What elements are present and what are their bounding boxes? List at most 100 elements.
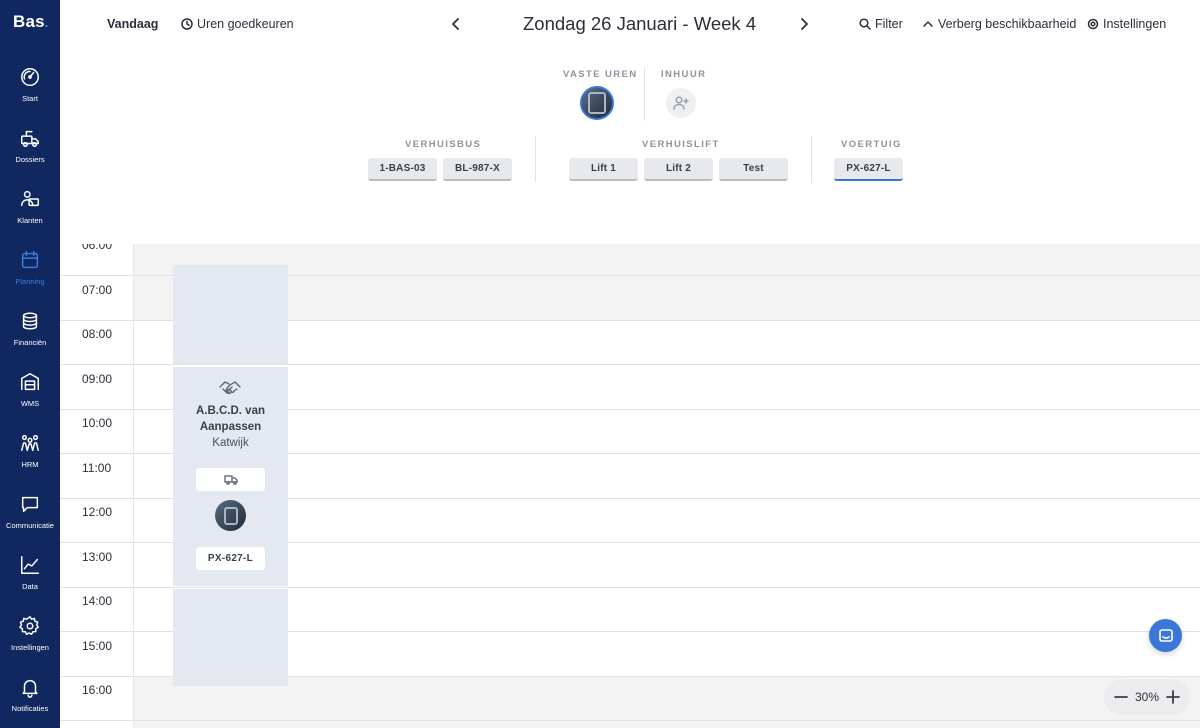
- calendar-icon: [21, 251, 39, 269]
- hide-availability-button[interactable]: Verberg beschikbaarheid: [922, 17, 1076, 31]
- chat-icon: [21, 496, 39, 513]
- sidebar-item-label: Data: [22, 582, 38, 591]
- app-logo[interactable]: Bas.: [13, 12, 48, 32]
- search-icon: [859, 18, 871, 30]
- sidebar-item-planning[interactable]: Planning: [0, 249, 60, 305]
- sidebar-item-dossiers[interactable]: Dossiers: [0, 127, 60, 183]
- time-label: 16:00: [82, 683, 113, 697]
- filter-label: Filter: [875, 17, 903, 31]
- unavailable-band: [134, 244, 1200, 320]
- filter-button[interactable]: Filter: [859, 17, 903, 31]
- job-truck-slot[interactable]: [196, 468, 265, 491]
- vehicle-chip[interactable]: PX-627-L: [834, 158, 903, 181]
- clock-icon: [181, 18, 193, 30]
- dossiers-icon: [21, 130, 39, 147]
- divider: [535, 136, 536, 182]
- time-label: 11:00: [82, 461, 112, 475]
- dashboard-icon: [21, 68, 39, 86]
- customers-icon: [21, 190, 39, 207]
- job-vehicle-badge[interactable]: PX-627-L: [196, 547, 265, 570]
- moving-lift-chip[interactable]: Lift 2: [644, 158, 713, 181]
- zoom-out-button[interactable]: [1114, 690, 1128, 704]
- sidebar-item-klanten[interactable]: Klanten: [0, 188, 60, 244]
- divider: [811, 136, 812, 182]
- sidebar-item-label: Start: [22, 94, 38, 103]
- time-label: 07:00: [82, 283, 113, 297]
- moving-lift-chip[interactable]: Lift 1: [569, 158, 638, 181]
- sidebar: Bas. Start Dossiers Klanten Planning Fin…: [0, 0, 60, 728]
- sidebar-item-label: WMS: [20, 399, 40, 408]
- sidebar-item-financien[interactable]: Financiën: [0, 310, 60, 366]
- warehouse-icon: [21, 373, 39, 391]
- divider: [644, 67, 645, 121]
- sidebar-item-wms[interactable]: WMS: [0, 371, 60, 427]
- sidebar-item-hrm[interactable]: HRM: [0, 432, 60, 488]
- time-label: 12:00: [82, 505, 113, 519]
- time-label: 08:00: [82, 327, 113, 341]
- moving-van-chip[interactable]: 1-BAS-03: [368, 158, 437, 181]
- sidebar-item-label: Dossiers: [15, 155, 45, 164]
- sidebar-item-label: Financiën: [13, 338, 47, 347]
- zoom-control: 30%: [1104, 679, 1190, 715]
- approve-hours-label: Uren goedkeuren: [197, 17, 294, 31]
- hour-line: [60, 364, 1200, 365]
- moving-van-label: VERHUISBUS: [405, 139, 482, 150]
- chat-icon: [1158, 628, 1173, 642]
- sidebar-item-start[interactable]: Start: [0, 66, 60, 122]
- job-title-line: A.B.C.D. van: [195, 405, 265, 417]
- job-card[interactable]: A.B.C.D. van Aanpassen Katwijk PX-627-L: [173, 367, 288, 586]
- zoom-in-button[interactable]: [1166, 690, 1180, 704]
- fixed-hours-label: VASTE UREN: [563, 69, 638, 80]
- time-label: 10:00: [82, 416, 113, 430]
- sidebar-item-data[interactable]: Data: [0, 554, 60, 610]
- sidebar-item-notificaties[interactable]: Notificaties: [0, 676, 60, 728]
- job-title-line: Aanpassen: [199, 421, 262, 433]
- resource-column-block[interactable]: [173, 589, 288, 686]
- next-day-button[interactable]: [794, 14, 814, 34]
- topbar: Vandaag Uren goedkeuren Zondag 26 Januar…: [60, 0, 1200, 48]
- moving-van-chip[interactable]: BL-987-X: [443, 158, 512, 181]
- gear-icon: [19, 616, 39, 635]
- plus-icon: [1166, 690, 1180, 704]
- hour-line: [60, 587, 1200, 588]
- today-button[interactable]: Vandaag: [107, 17, 158, 31]
- hide-availability-label: Verberg beschikbaarheid: [938, 17, 1077, 31]
- employee-avatar[interactable]: [580, 86, 614, 120]
- time-label: 06:00: [82, 244, 113, 252]
- today-label: Vandaag: [107, 17, 159, 31]
- time-label: 14:00: [82, 594, 113, 608]
- resource-column-block[interactable]: [173, 265, 288, 364]
- settings-label: Instellingen: [1103, 17, 1167, 31]
- moving-lift-chip[interactable]: Test: [719, 158, 788, 181]
- sidebar-item-label: Notificaties: [11, 704, 49, 713]
- sidebar-item-label: Instellingen: [11, 643, 49, 652]
- sidebar-item-label: Communicatie: [6, 521, 54, 530]
- time-label: 09:00: [82, 372, 113, 386]
- job-title: A.B.C.D. van Aanpassen: [173, 403, 288, 435]
- settings-button[interactable]: Instellingen: [1087, 17, 1166, 31]
- coins-icon: [22, 312, 38, 330]
- time-column-divider: [133, 244, 134, 728]
- job-city: Katwijk: [212, 437, 249, 449]
- sidebar-item-instellingen[interactable]: Instellingen: [0, 615, 60, 671]
- truck-icon: [223, 475, 238, 485]
- vehicle-label: VOERTUIG: [841, 139, 902, 150]
- handshake-icon: [218, 378, 242, 398]
- chart-icon: [21, 556, 39, 574]
- moving-lift-label: VERHUISLIFT: [642, 139, 720, 150]
- day-calendar: 06:00 07:00 08:00 09:00 10:00 11:00 12:0…: [60, 244, 1200, 728]
- add-user-icon: [673, 96, 689, 110]
- add-hire-button[interactable]: [666, 88, 696, 118]
- people-icon: [21, 434, 39, 452]
- previous-day-button[interactable]: [446, 14, 466, 34]
- bell-icon: [22, 679, 38, 698]
- page-title: Zondag 26 Januari - Week 4: [523, 13, 757, 34]
- minus-icon: [1114, 696, 1128, 698]
- approve-hours-button[interactable]: Uren goedkeuren: [181, 17, 294, 31]
- time-label: 15:00: [82, 639, 113, 653]
- chevron-left-icon: [452, 18, 459, 30]
- support-chat-button[interactable]: [1149, 619, 1182, 652]
- job-employee-avatar[interactable]: [215, 500, 246, 531]
- sidebar-item-communicatie[interactable]: Communicatie: [0, 493, 60, 549]
- sidebar-item-label: Klanten: [17, 216, 43, 225]
